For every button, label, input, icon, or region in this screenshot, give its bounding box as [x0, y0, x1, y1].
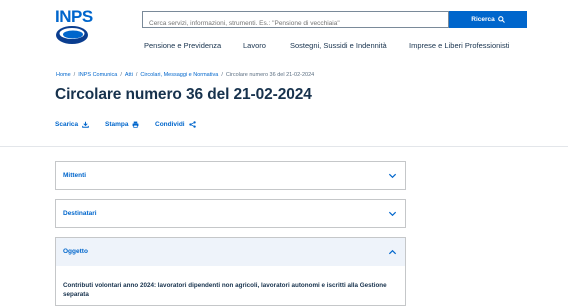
nav-item-sostegni[interactable]: Sostegni, Sussidi e Indennità	[290, 41, 387, 50]
accordion-oggetto[interactable]: Oggetto	[55, 237, 406, 266]
accordion-label: Destinatari	[63, 210, 97, 217]
breadcrumb-current: Circolare numero 36 del 21-02-2024	[225, 72, 315, 78]
breadcrumb-atti[interactable]: Atti	[125, 72, 133, 78]
logo-text: INPS	[55, 7, 93, 26]
nav-item-lavoro[interactable]: Lavoro	[243, 41, 266, 50]
section-divider	[0, 146, 568, 147]
inps-logo[interactable]: INPS	[55, 8, 93, 50]
oggetto-text: Contributi volontari anno 2024: lavorato…	[63, 282, 387, 298]
site-header: INPS Ricerca Pensione e Previdenza Lavor…	[0, 0, 568, 62]
breadcrumb-circolari[interactable]: Circolari, Messaggi e Normativa	[140, 72, 218, 78]
share-icon	[188, 121, 196, 128]
accordion-label: Oggetto	[63, 248, 88, 255]
nav-item-imprese[interactable]: Imprese e Liberi Professionisti	[409, 41, 509, 50]
breadcrumb-separator: /	[73, 72, 76, 78]
accordion-mittenti[interactable]: Mittenti	[55, 161, 406, 190]
breadcrumb-separator: /	[221, 72, 223, 78]
accordion-destinatari[interactable]: Destinatari	[55, 199, 406, 228]
print-link[interactable]: Stampa	[105, 121, 139, 128]
download-link[interactable]: Scarica	[55, 121, 89, 128]
accordion-oggetto-content: Contributi volontari anno 2024: lavorato…	[55, 266, 406, 306]
logo-emblem-icon	[56, 26, 88, 44]
search-button[interactable]: Ricerca	[449, 11, 527, 28]
download-label: Scarica	[55, 121, 79, 128]
breadcrumb: Home / INPS Comunica / Atti / Circolari, Messa…	[56, 72, 314, 78]
search-input[interactable]	[143, 16, 448, 31]
print-label: Stampa	[105, 121, 129, 128]
search-icon	[497, 16, 505, 23]
search-field[interactable]	[142, 11, 449, 31]
chevron-down-icon	[388, 211, 397, 217]
breadcrumb-separator: /	[135, 72, 138, 78]
breadcrumb-home[interactable]: Home	[56, 72, 71, 78]
search-button-label: Ricerca	[471, 16, 495, 23]
chevron-down-icon	[388, 173, 397, 179]
breadcrumb-separator: /	[120, 72, 122, 78]
breadcrumb-inps-comunica[interactable]: INPS Comunica	[78, 72, 117, 78]
print-icon	[133, 121, 139, 128]
download-icon	[82, 121, 89, 128]
share-label: Condividi	[155, 121, 185, 128]
share-link[interactable]: Condividi	[155, 121, 196, 128]
page-title: Circolare numero 36 del 21-02-2024	[55, 86, 312, 103]
accordion-label: Mittenti	[63, 172, 87, 179]
nav-item-pensione[interactable]: Pensione e Previdenza	[144, 41, 221, 50]
chevron-up-icon	[388, 249, 397, 255]
